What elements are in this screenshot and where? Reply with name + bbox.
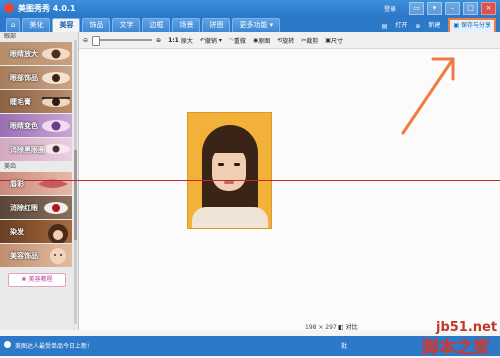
sidebar-item-label: 消除红眼 [10, 204, 38, 212]
new-button[interactable]: 新建 [424, 20, 444, 32]
title-bar: 美图秀秀 4.0.1 登录 ▭ ▾ – □ × [0, 0, 500, 17]
redo-button[interactable]: 重做 [234, 36, 246, 45]
status-message[interactable]: 美图达人最受单品今日上新! [15, 341, 89, 350]
sidebar-item-eye-color[interactable]: 眼睛变色 [0, 114, 72, 137]
sidebar-item-lip-color[interactable]: 唇彩 [0, 172, 72, 195]
watermark-name: 脚本之家 [422, 338, 490, 358]
sidebar-scrollbar[interactable] [74, 40, 77, 324]
app-logo-icon [4, 3, 14, 13]
crop-button[interactable]: 裁剪 [306, 36, 318, 45]
zoom-slider-knob[interactable] [92, 36, 101, 46]
chat-icon[interactable]: ▭ [409, 2, 424, 15]
eye-thumbnail-icon [42, 120, 70, 132]
face-thumbnail-icon [50, 248, 66, 264]
hair-thumbnail-icon [48, 224, 68, 243]
open-icon: ▤ [381, 22, 388, 30]
main-nav: ⌂ 美化 美容 饰品 文字 边框 场景 拼图 更多功能 ▾ ▤ 打开 ⊕ 新建 … [0, 17, 500, 34]
image-size-label: 198 × 297 [305, 324, 337, 331]
tab-beautify[interactable]: 美化 [22, 18, 51, 32]
sidebar-item-eye-enlarge[interactable]: 眼睛放大 [0, 42, 72, 65]
compare-button[interactable]: ◧ 对比 [338, 322, 358, 331]
lips-thumbnail-icon [38, 179, 68, 188]
sidebar: 眼部 眼睛放大 眼部饰品 睫毛膏 眼睛变色 消除黑眼圈 美齿 唇彩 消除红眼 染… [0, 32, 79, 330]
sidebar-item-dark-circles[interactable]: 消除黑眼圈 [0, 138, 72, 161]
maximize-button[interactable]: □ [463, 2, 478, 15]
app-title: 美图秀秀 4.0.1 [18, 4, 76, 13]
original-image-button[interactable]: 原图 [258, 36, 270, 45]
minimize-button[interactable]: – [445, 2, 460, 15]
save-share-label: 保存与分享 [460, 22, 491, 29]
scrollbar-thumb[interactable] [74, 150, 77, 240]
sidebar-item-eye-accessory[interactable]: 眼部饰品 [0, 66, 72, 89]
sidebar-item-hair-dye[interactable]: 染发 [0, 220, 72, 243]
menu-icon[interactable]: ▾ [427, 2, 442, 15]
sidebar-item-red-eye[interactable]: 消除红眼 [0, 196, 72, 219]
tab-scene[interactable]: 场景 [172, 18, 201, 32]
sidebar-item-beauty-accessory[interactable]: 美容饰品 [0, 244, 72, 267]
zoom-out-icon[interactable]: ⊖ [83, 37, 88, 44]
beauty-guide-button[interactable]: ❀ 美容教程 [8, 273, 66, 287]
sidebar-item-label: 消除黑眼圈 [10, 146, 45, 154]
sidebar-item-label: 美容饰品 [10, 252, 38, 260]
sidebar-item-label: 眼部饰品 [10, 74, 38, 82]
annotation-red-line [0, 180, 500, 181]
rotate-button[interactable]: 旋转 [282, 36, 294, 45]
batch-button[interactable]: 批 [341, 341, 347, 350]
eye-thumbnail-icon [44, 202, 68, 214]
sidebar-item-label: 眼睛变色 [10, 122, 38, 130]
tab-collage[interactable]: 拼图 [202, 18, 231, 32]
new-icon: ⊕ [415, 22, 421, 30]
tab-beauty[interactable]: 美容 [52, 18, 81, 32]
sidebar-item-label: 唇彩 [10, 180, 24, 188]
open-button[interactable]: 打开 [391, 20, 411, 32]
eye-thumbnail-icon [42, 72, 70, 84]
undo-dropdown-icon[interactable]: ▾ [219, 37, 222, 44]
zoom-in-icon[interactable]: ⊕ [156, 37, 161, 44]
tab-frame[interactable]: 边框 [142, 18, 171, 32]
original-size-button[interactable]: 原大 [181, 36, 193, 45]
info-icon [4, 341, 11, 348]
annotation-arrow-icon [401, 57, 455, 135]
sidebar-item-mascara[interactable]: 睫毛膏 [0, 90, 72, 113]
close-button[interactable]: × [481, 2, 496, 15]
tab-accessories[interactable]: 饰品 [82, 18, 111, 32]
eye-thumbnail-icon [42, 48, 70, 60]
sidebar-item-label: 眼睛放大 [10, 50, 38, 58]
tab-more[interactable]: 更多功能 ▾ [232, 18, 281, 32]
section-lips: 美齿 [4, 163, 17, 170]
undo-button[interactable]: 撤销 [205, 36, 217, 45]
ratio-button[interactable]: 1:1 [168, 37, 179, 44]
resize-button[interactable]: 尺寸 [331, 36, 343, 45]
zoom-slider[interactable] [92, 36, 153, 46]
save-icon: ▣ [453, 22, 461, 29]
guide-label: 美容教程 [28, 276, 53, 283]
sidebar-item-label: 睫毛膏 [10, 98, 31, 106]
compare-icon: ◧ [338, 324, 346, 331]
login-link[interactable]: 登录 [384, 4, 396, 13]
portrait-photo[interactable] [187, 112, 272, 229]
tab-text[interactable]: 文字 [112, 18, 141, 32]
compare-label: 对比 [345, 324, 358, 331]
section-eyes: 眼部 [4, 33, 17, 40]
sidebar-item-label: 染发 [10, 228, 24, 236]
home-icon[interactable]: ⌂ [6, 18, 21, 32]
eye-thumbnail-icon [42, 97, 70, 107]
